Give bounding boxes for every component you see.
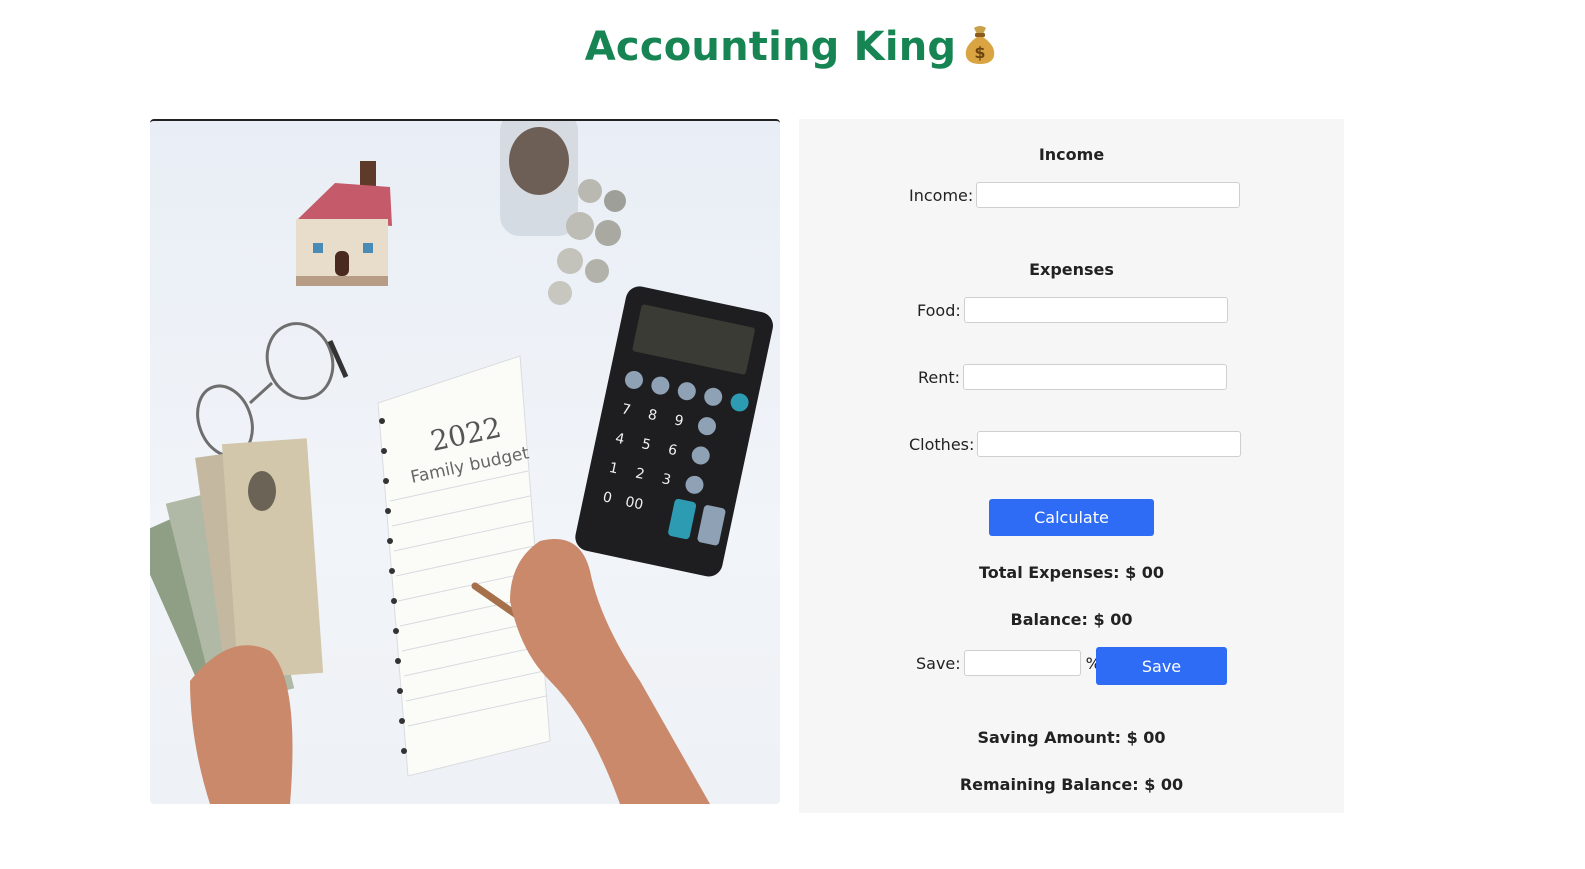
clothes-input[interactable] (977, 431, 1242, 457)
save-label: Save: (916, 653, 961, 673)
save-percent-input[interactable] (963, 650, 1081, 676)
food-input[interactable] (963, 297, 1228, 323)
income-input[interactable] (976, 182, 1241, 208)
saving-amount-text: Saving Amount: $ 00 (977, 728, 1166, 747)
clothes-row: Clothes: (909, 431, 1242, 457)
income-heading: Income (1038, 145, 1105, 164)
rent-row: Rent: (918, 364, 1228, 390)
food-label: Food: (917, 300, 961, 320)
income-row: Income: (909, 182, 1241, 208)
cash-bills (150, 438, 324, 804)
money-bag-icon: $ (960, 22, 1000, 66)
calculator: 789 456 123 0 00 (575, 286, 773, 577)
save-row: Save: % (916, 650, 1101, 676)
clothes-label: Clothes: (909, 434, 975, 454)
rent-input[interactable] (963, 364, 1228, 390)
save-button[interactable]: Save (1096, 647, 1227, 685)
page-title-text: Accounting King (584, 24, 957, 70)
total-expenses-text: Total Expenses: $ 00 (978, 563, 1165, 582)
balance-text: Balance: $ 00 (1010, 610, 1133, 629)
svg-text:$: $ (975, 43, 986, 62)
coin-jar (500, 121, 626, 305)
budget-form-panel: Income Income: Expenses Food: Rent: Clot… (799, 119, 1344, 813)
food-row: Food: (917, 297, 1228, 323)
toy-house (296, 161, 392, 286)
expenses-heading: Expenses (1029, 260, 1114, 279)
budget-photo: 789 456 123 0 00 2022 Family budget (150, 119, 780, 804)
page-title: Accounting King $ (0, 22, 1585, 70)
rent-label: Rent: (918, 367, 961, 387)
remaining-balance-text: Remaining Balance: $ 00 (959, 775, 1184, 794)
income-label: Income: (909, 185, 974, 205)
calculate-button[interactable]: Calculate (989, 499, 1154, 536)
